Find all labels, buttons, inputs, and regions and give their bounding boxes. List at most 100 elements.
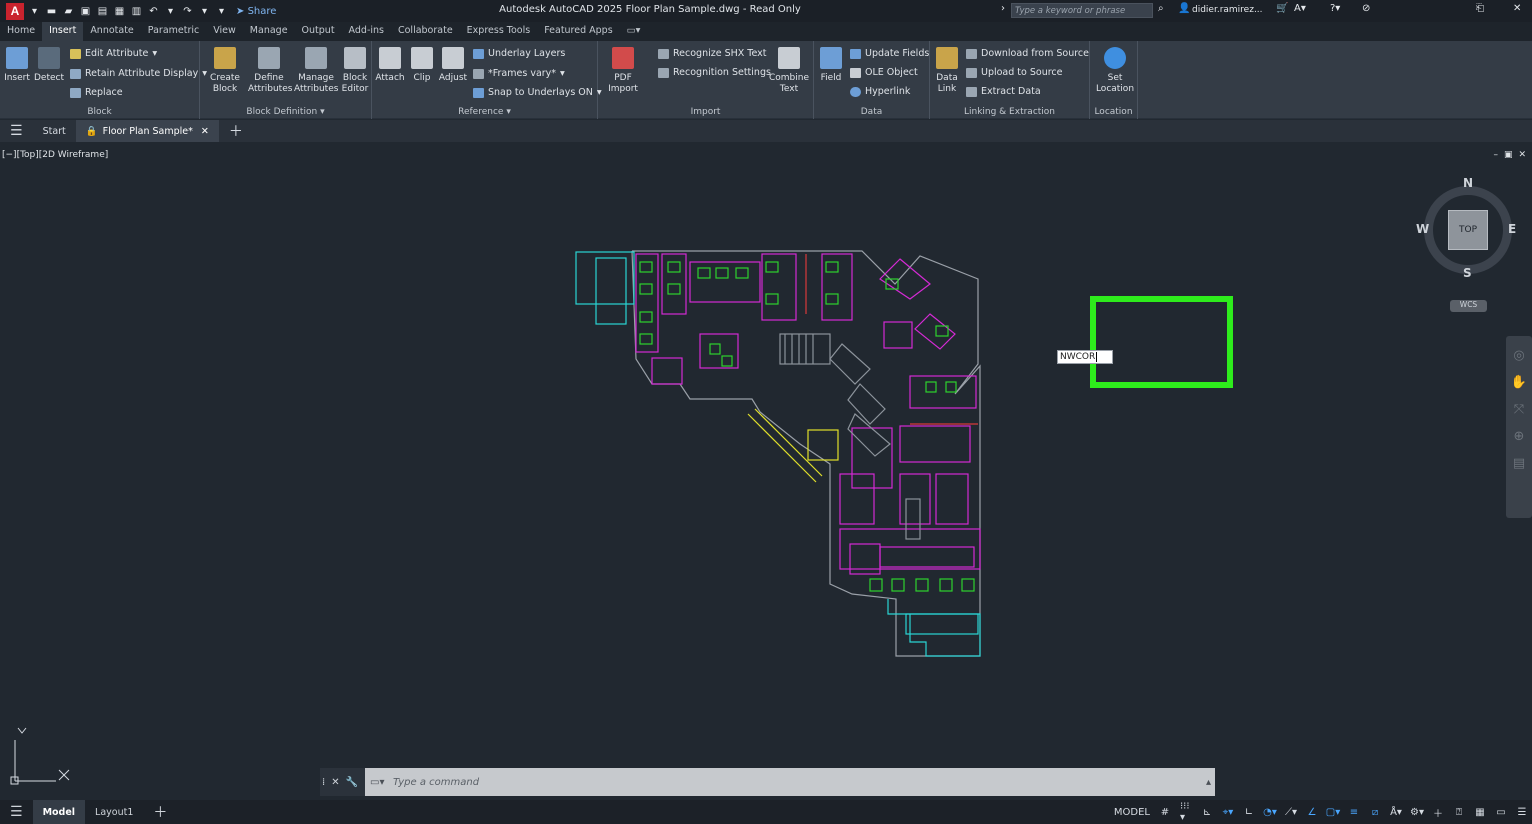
- wcs-menu-button[interactable]: WCS: [1450, 300, 1487, 312]
- hyperlink-button[interactable]: Hyperlink: [850, 86, 910, 97]
- panel-title-reference[interactable]: Reference ▾: [372, 107, 597, 117]
- annotation-scale-icon[interactable]: Å▾: [1390, 806, 1402, 818]
- floor-plan-drawing[interactable]: [575, 250, 981, 657]
- upload-to-source-button[interactable]: Upload to Source: [966, 67, 1063, 78]
- pdf-import-button[interactable]: PDF Import: [606, 47, 640, 95]
- ole-object-button[interactable]: OLE Object: [850, 67, 918, 78]
- drawing-viewport[interactable]: [−][Top][2D Wireframe] – ▣ ✕ NWCOR TOP N…: [0, 144, 1532, 796]
- close-command-line-icon[interactable]: ✕: [331, 777, 339, 788]
- restore-window-icon[interactable]: ⎗: [1476, 3, 1484, 14]
- autodesk-a360-icon[interactable]: A▾: [1294, 3, 1306, 14]
- tab-express-tools[interactable]: Express Tools: [460, 22, 538, 41]
- tab-home[interactable]: Home: [0, 22, 42, 41]
- close-tab-icon[interactable]: ✕: [201, 126, 209, 137]
- tab-collaborate[interactable]: Collaborate: [391, 22, 460, 41]
- viewcube-top-face[interactable]: TOP: [1448, 210, 1488, 250]
- new-file-icon[interactable]: ▬: [45, 5, 58, 18]
- compass-north[interactable]: N: [1463, 176, 1473, 190]
- tab-annotate[interactable]: Annotate: [83, 22, 140, 41]
- viewcube[interactable]: TOP N S E W: [1416, 176, 1518, 280]
- dynamic-input-icon[interactable]: ⌖▾: [1222, 806, 1234, 818]
- compass-west[interactable]: W: [1416, 222, 1429, 236]
- adjust-button[interactable]: Adjust: [438, 47, 468, 84]
- customize-qat-icon[interactable]: ▾: [215, 5, 228, 18]
- polar-tracking-icon[interactable]: ◔▾: [1263, 806, 1277, 818]
- block-editor-button[interactable]: Block Editor: [340, 47, 370, 95]
- object-snap-tracking-icon[interactable]: ∠: [1306, 806, 1318, 818]
- hamburger-menu-icon[interactable]: ☰: [0, 120, 33, 142]
- object-snap-icon[interactable]: ▢▾: [1326, 806, 1340, 818]
- snap-underlays-dropdown[interactable]: Snap to Underlays ON ▾: [473, 87, 602, 98]
- lineweight-icon[interactable]: ≡: [1348, 806, 1360, 818]
- add-layout-plus-icon[interactable]: ＋: [143, 800, 177, 824]
- panel-title-block-definition[interactable]: Block Definition ▾: [200, 107, 371, 117]
- customize-wrench-icon[interactable]: 🔧: [346, 777, 358, 788]
- tab-output[interactable]: Output: [295, 22, 342, 41]
- download-from-source-button[interactable]: Download from Source: [966, 48, 1089, 59]
- tab-model[interactable]: Model: [32, 800, 86, 824]
- compass-south[interactable]: S: [1463, 266, 1472, 280]
- tab-layout1[interactable]: Layout1: [85, 800, 143, 824]
- frames-vary-dropdown[interactable]: *Frames vary* ▾: [473, 68, 565, 79]
- units-icon[interactable]: ⍰: [1453, 806, 1465, 818]
- autocad-logo-icon[interactable]: A: [6, 2, 24, 20]
- annotation-monitor-icon[interactable]: ＋: [1432, 806, 1444, 820]
- command-history-arrow-icon[interactable]: ▴: [1206, 777, 1211, 788]
- underlay-layers-button[interactable]: Underlay Layers: [473, 48, 565, 59]
- zoom-extents-icon[interactable]: ⤧: [1514, 402, 1524, 417]
- ribbon-minimize-icon[interactable]: ▭▾: [620, 22, 648, 41]
- save-icon[interactable]: ▣: [79, 5, 92, 18]
- retain-attribute-display-button[interactable]: Retain Attribute Display ▾: [70, 68, 207, 79]
- insert-button[interactable]: Insert: [4, 47, 30, 84]
- ortho-icon[interactable]: ∟: [1243, 806, 1255, 818]
- pan-icon[interactable]: ✋: [1511, 375, 1527, 390]
- clip-button[interactable]: Clip: [409, 47, 435, 84]
- workspace-gear-icon[interactable]: ⚙▾: [1410, 806, 1424, 818]
- orbit-icon[interactable]: ⊕: [1514, 429, 1525, 444]
- share-button[interactable]: ➤ Share: [236, 6, 276, 17]
- user-account-button[interactable]: didier.ramirez...: [1192, 5, 1263, 15]
- command-input[interactable]: ▭▾ Type a command ▴: [365, 768, 1215, 796]
- tab-view[interactable]: View: [206, 22, 243, 41]
- recognize-shx-button[interactable]: Recognize SHX Text: [658, 48, 767, 59]
- data-link-button[interactable]: Data Link: [933, 47, 961, 95]
- tab-start[interactable]: Start: [33, 120, 76, 142]
- snap-mode-icon[interactable]: ⁝⁝⁝▾: [1180, 801, 1192, 823]
- new-tab-plus-icon[interactable]: ＋: [219, 120, 253, 142]
- open-folder-icon[interactable]: ▰: [62, 5, 75, 18]
- redo-icon[interactable]: ↷: [181, 5, 194, 18]
- model-space-button[interactable]: MODEL: [1114, 807, 1150, 818]
- cart-icon[interactable]: 🛒: [1276, 3, 1288, 14]
- plot-icon[interactable]: ▥: [130, 5, 143, 18]
- field-button[interactable]: Field: [818, 47, 844, 84]
- compass-east[interactable]: E: [1508, 222, 1516, 236]
- update-fields-button[interactable]: Update Fields: [850, 48, 929, 59]
- tab-add-ins[interactable]: Add-ins: [342, 22, 391, 41]
- quick-properties-icon[interactable]: ▦: [1474, 806, 1486, 818]
- steering-wheel-icon[interactable]: ◎: [1513, 348, 1524, 363]
- tab-insert[interactable]: Insert: [42, 22, 84, 41]
- search-expand-icon[interactable]: ›: [1001, 3, 1005, 14]
- help-icon[interactable]: ?▾: [1330, 3, 1340, 14]
- set-location-button[interactable]: Set Location: [1094, 47, 1136, 95]
- extract-data-button[interactable]: Extract Data: [966, 86, 1041, 97]
- search-icon[interactable]: ⌕: [1158, 3, 1164, 14]
- recognition-settings-button[interactable]: Recognition Settings: [658, 67, 771, 78]
- dynamic-input-field[interactable]: NWCOR: [1057, 350, 1113, 364]
- undo-dropdown-icon[interactable]: ▾: [164, 5, 177, 18]
- attach-button[interactable]: Attach: [375, 47, 405, 84]
- edit-attribute-button[interactable]: Edit Attribute ▾: [70, 48, 157, 59]
- tab-manage[interactable]: Manage: [243, 22, 295, 41]
- combine-text-button[interactable]: Combine Text: [768, 47, 810, 95]
- save-as-icon[interactable]: ▤: [96, 5, 109, 18]
- infer-constraints-icon[interactable]: ⊾: [1201, 806, 1213, 818]
- grid-icon[interactable]: #: [1159, 806, 1171, 818]
- undo-icon[interactable]: ↶: [147, 5, 160, 18]
- customize-status-icon[interactable]: ☰: [1516, 806, 1528, 818]
- grip-handle-icon[interactable]: ⁞: [322, 777, 325, 788]
- create-block-button[interactable]: Create Block: [208, 47, 242, 95]
- tab-parametric[interactable]: Parametric: [141, 22, 206, 41]
- redo-dropdown-icon[interactable]: ▾: [198, 5, 211, 18]
- recent-commands-icon[interactable]: ▭▾: [370, 777, 384, 788]
- replace-button[interactable]: Replace: [70, 87, 123, 98]
